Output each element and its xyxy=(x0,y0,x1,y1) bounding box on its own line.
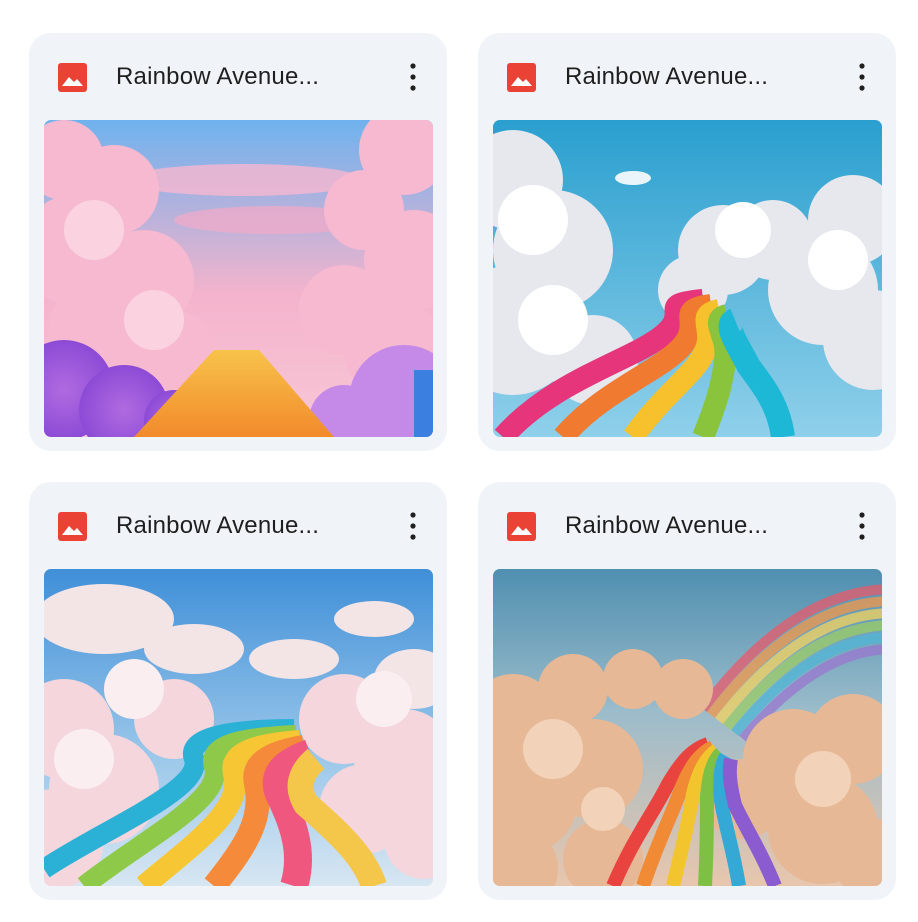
more-options-icon[interactable] xyxy=(401,506,425,546)
file-thumbnail[interactable] xyxy=(44,120,433,437)
file-card[interactable]: Rainbow Avenue... xyxy=(29,33,447,451)
file-card[interactable]: Rainbow Avenue... xyxy=(29,482,447,900)
file-card-header: Rainbow Avenue... xyxy=(29,482,447,568)
file-thumbnail[interactable] xyxy=(493,569,882,886)
image-file-icon xyxy=(507,512,536,541)
more-options-icon[interactable] xyxy=(401,57,425,97)
file-title: Rainbow Avenue... xyxy=(565,512,769,539)
file-card-header: Rainbow Avenue... xyxy=(478,482,896,568)
file-card-header: Rainbow Avenue... xyxy=(478,33,896,119)
more-options-icon[interactable] xyxy=(850,506,874,546)
image-file-icon xyxy=(58,512,87,541)
file-thumbnail[interactable] xyxy=(493,120,882,437)
file-card[interactable]: Rainbow Avenue... xyxy=(478,482,896,900)
file-thumbnail[interactable] xyxy=(44,569,433,886)
file-title: Rainbow Avenue... xyxy=(116,512,320,539)
image-file-icon xyxy=(507,63,536,92)
file-title: Rainbow Avenue... xyxy=(565,63,769,90)
file-title: Rainbow Avenue... xyxy=(116,63,320,90)
file-card[interactable]: Rainbow Avenue... xyxy=(478,33,896,451)
image-file-icon xyxy=(58,63,87,92)
file-card-header: Rainbow Avenue... xyxy=(29,33,447,119)
more-options-icon[interactable] xyxy=(850,57,874,97)
